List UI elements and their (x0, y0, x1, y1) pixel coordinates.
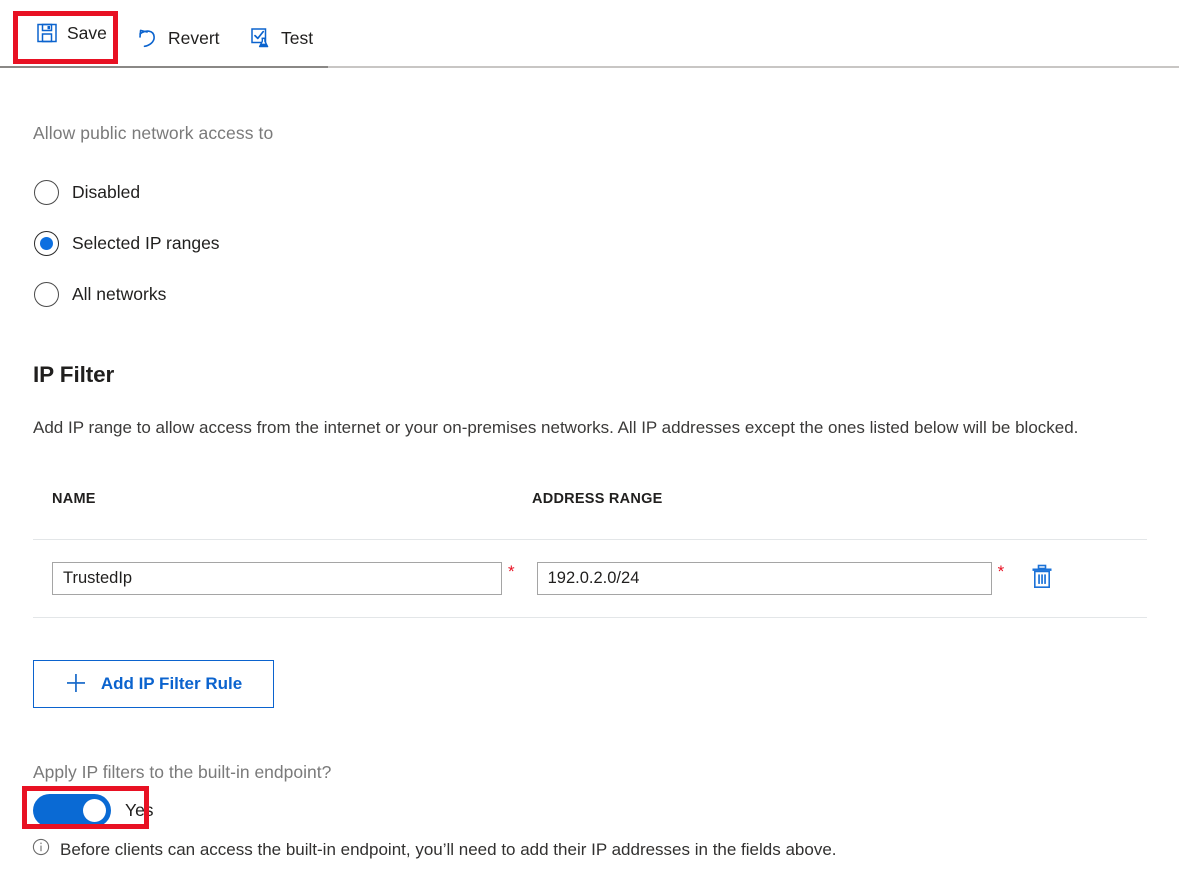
save-button-container: Save (26, 13, 117, 53)
column-header-address-range: ADDRESS RANGE (529, 491, 1009, 507)
save-disk-icon (36, 22, 58, 44)
radio-circle-disabled (34, 180, 59, 205)
delete-rule-button[interactable] (1028, 564, 1056, 594)
table-row: * * (33, 540, 1147, 618)
ip-filter-description: Add IP range to allow access from the in… (33, 418, 1078, 438)
plus-icon (65, 672, 87, 697)
save-button[interactable]: Save (26, 13, 117, 53)
ip-filter-heading: IP Filter (33, 362, 114, 388)
builtin-endpoint-note: Before clients can access the built-in e… (32, 838, 837, 861)
rule-name-input[interactable] (52, 562, 502, 595)
radio-option-all-networks[interactable]: All networks (34, 269, 220, 320)
revert-button-container: Revert (127, 18, 230, 58)
radio-label-selected-ip-ranges: Selected IP ranges (72, 233, 220, 254)
test-button[interactable]: Test (240, 18, 323, 58)
command-toolbar: Save Revert T (0, 0, 1179, 67)
builtin-endpoint-toggle-row: Yes (33, 794, 154, 827)
rule-name-required-marker: * (508, 563, 515, 580)
toggle-knob (83, 799, 106, 822)
add-ip-filter-rule-label: Add IP Filter Rule (101, 674, 242, 694)
network-access-label: Allow public network access to (33, 123, 273, 144)
builtin-endpoint-toggle[interactable] (33, 794, 111, 827)
radio-circle-all-networks (34, 282, 59, 307)
radio-label-disabled: Disabled (72, 182, 140, 203)
radio-circle-selected-ip-ranges (34, 231, 59, 256)
revert-button-label: Revert (168, 28, 220, 49)
ip-filter-table: NAME ADDRESS RANGE * * (33, 491, 1147, 618)
builtin-endpoint-label: Apply IP filters to the built-in endpoin… (33, 762, 331, 783)
table-header-row: NAME ADDRESS RANGE (33, 491, 1147, 540)
radio-dot-selected-ip-ranges (40, 237, 53, 250)
save-button-label: Save (67, 23, 107, 44)
radio-option-disabled[interactable]: Disabled (34, 167, 220, 218)
builtin-endpoint-toggle-state: Yes (125, 800, 154, 821)
info-circle-icon (32, 838, 50, 861)
rule-name-field-wrapper: * (52, 562, 515, 595)
rule-range-required-marker: * (998, 563, 1005, 580)
rule-address-range-input[interactable] (537, 562, 992, 595)
add-ip-filter-rule-button[interactable]: Add IP Filter Rule (33, 660, 274, 708)
trash-icon (1030, 564, 1054, 593)
radio-label-all-networks: All networks (72, 284, 166, 305)
radio-option-selected-ip-ranges[interactable]: Selected IP ranges (34, 218, 220, 269)
checkbox-flask-icon (250, 27, 272, 49)
network-access-radio-group: Disabled Selected IP ranges All networks (34, 167, 220, 320)
rule-range-field-wrapper: * (537, 562, 1005, 595)
test-button-container: Test (240, 18, 323, 58)
column-header-name: NAME (33, 491, 529, 507)
toolbar-active-underline (0, 66, 328, 68)
test-button-label: Test (281, 28, 313, 49)
builtin-endpoint-note-text: Before clients can access the built-in e… (60, 840, 837, 860)
revert-button[interactable]: Revert (127, 18, 230, 58)
undo-arrow-icon (137, 27, 159, 49)
